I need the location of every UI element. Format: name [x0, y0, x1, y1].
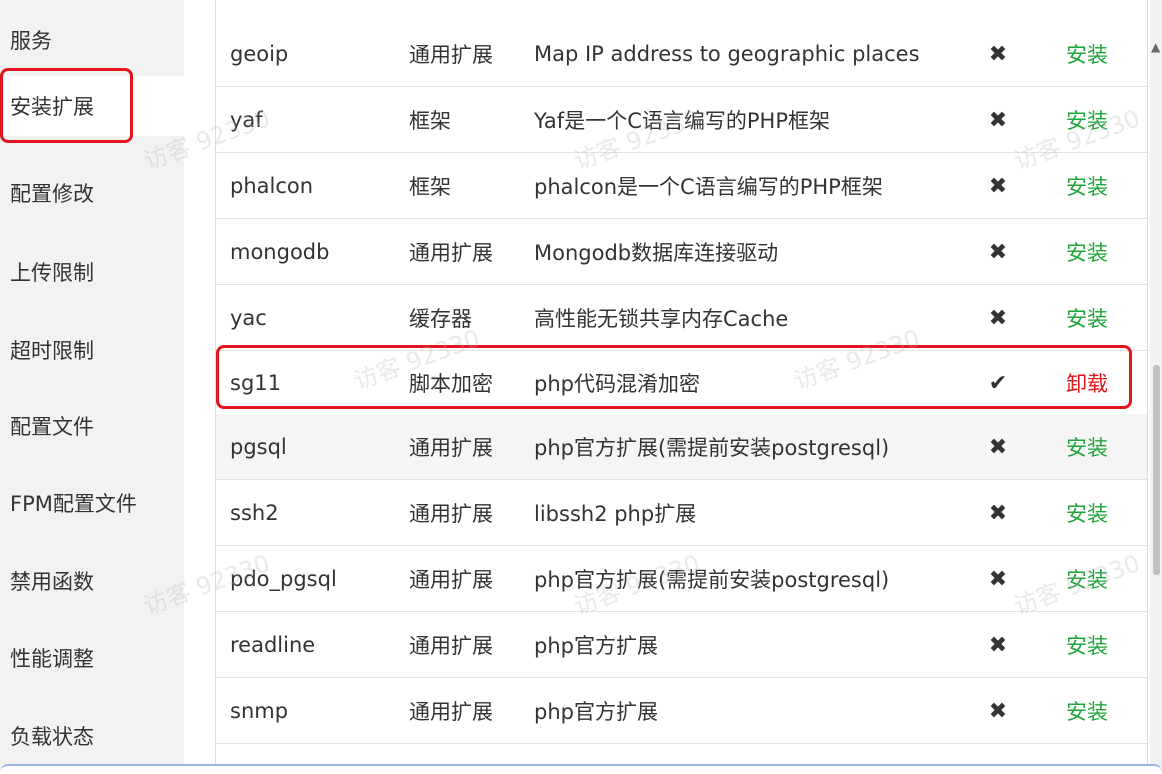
table-border-right [1147, 0, 1148, 774]
sidebar-item-timeout-limit[interactable]: 超时限制 [0, 320, 184, 380]
sidebar-item-label: 服务 [10, 29, 52, 53]
extension-name: geoip [230, 42, 289, 66]
table-row: mongodb 通用扩展 Mongodb数据库连接驱动 ✖ 安装 [216, 219, 1147, 285]
table-row: yaf 框架 Yaf是一个C语言编写的PHP框架 ✖ 安装 [216, 87, 1147, 153]
extension-name: phalcon [230, 174, 314, 198]
extension-name: mongodb [230, 240, 330, 264]
sidebar-item-upload-limit[interactable]: 上传限制 [0, 242, 184, 302]
install-link[interactable]: 安装 [1066, 480, 1108, 546]
table-row: sg11 脚本加密 php代码混淆加密 ✔ 卸载 [216, 350, 1147, 416]
sidebar-item-fpm-config-file[interactable]: FPM配置文件 [0, 473, 184, 533]
sidebar-item-label: FPM配置文件 [10, 492, 137, 516]
extension-name: snmp [230, 699, 289, 723]
extension-desc: Mongodb数据库连接驱动 [534, 241, 779, 265]
sidebar-item-label: 配置修改 [10, 182, 94, 206]
sidebar-item-label: 超时限制 [10, 339, 94, 363]
extension-type: 框架 [409, 175, 451, 199]
install-link[interactable]: 安装 [1066, 546, 1108, 612]
extension-desc: php官方扩展(需提前安装postgresql) [534, 436, 890, 460]
install-link[interactable]: 安装 [1066, 678, 1108, 744]
sidebar-item-label: 安装扩展 [10, 95, 94, 119]
install-link[interactable]: 安装 [1066, 87, 1108, 153]
sidebar-item-load-status[interactable]: 负载状态 [0, 706, 184, 766]
extension-type: 通用扩展 [409, 700, 493, 724]
extension-desc: Map IP address to geographic places [534, 42, 920, 66]
install-link[interactable]: 安装 [1066, 21, 1108, 87]
sidebar-item-service[interactable]: 服务 [0, 10, 184, 70]
table-row: geoip 通用扩展 Map IP address to geographic … [216, 21, 1147, 87]
extension-name: sg11 [230, 371, 281, 395]
extension-type: 通用扩展 [409, 436, 493, 460]
extension-desc: 高性能无锁共享内存Cache [534, 307, 789, 331]
extension-name: readline [230, 633, 316, 657]
extension-name: ssh2 [230, 501, 279, 525]
extension-desc: Yaf是一个C语言编写的PHP框架 [534, 109, 830, 133]
extension-name: pgsql [230, 435, 287, 459]
sidebar-item-disabled-functions[interactable]: 禁用函数 [0, 551, 184, 611]
not-installed-icon: ✖ [988, 434, 1008, 460]
not-installed-icon: ✖ [988, 632, 1008, 658]
extension-desc: php官方扩展(需提前安装postgresql) [534, 568, 890, 592]
install-link[interactable]: 安装 [1066, 612, 1108, 678]
install-link[interactable]: 安装 [1066, 153, 1108, 219]
extension-type: 通用扩展 [409, 634, 493, 658]
install-link[interactable]: 安装 [1066, 414, 1108, 480]
install-link[interactable]: 安装 [1066, 285, 1108, 351]
not-installed-icon: ✖ [988, 41, 1008, 67]
not-installed-icon: ✖ [988, 500, 1008, 526]
table-row: pdo_pgsql 通用扩展 php官方扩展(需提前安装postgresql) … [216, 546, 1147, 612]
sidebar-item-install-extension[interactable]: 安装扩展 [0, 76, 184, 136]
extension-type: 通用扩展 [409, 241, 493, 265]
not-installed-icon: ✖ [988, 173, 1008, 199]
sidebar-item-label: 禁用函数 [10, 570, 94, 594]
table-row: readline 通用扩展 php官方扩展 ✖ 安装 [216, 612, 1147, 678]
sidebar-item-config-modify[interactable]: 配置修改 [0, 163, 184, 223]
bottom-panel-edge [0, 764, 1162, 774]
sidebar: 服务 安装扩展 配置修改 上传限制 超时限制 配置文件 FPM配置文件 禁用函数… [0, 0, 184, 774]
not-installed-icon: ✖ [988, 566, 1008, 592]
installed-check-icon: ✔ [988, 370, 1008, 396]
sidebar-item-label: 配置文件 [10, 415, 94, 439]
extension-type: 通用扩展 [409, 568, 493, 592]
sidebar-item-label: 负载状态 [10, 725, 94, 749]
not-installed-icon: ✖ [988, 698, 1008, 724]
scroll-up-arrow-icon[interactable]: ▲ [1151, 40, 1160, 54]
extension-type: 通用扩展 [409, 43, 493, 67]
not-installed-icon: ✖ [988, 107, 1008, 133]
sidebar-item-label: 性能调整 [10, 647, 94, 671]
extension-desc: php官方扩展 [534, 634, 658, 658]
extension-desc: phalcon是一个C语言编写的PHP框架 [534, 175, 883, 199]
extension-type: 缓存器 [409, 307, 472, 331]
table-row: ssh2 通用扩展 libssh2 php扩展 ✖ 安装 [216, 480, 1147, 546]
table-row: phalcon 框架 phalcon是一个C语言编写的PHP框架 ✖ 安装 [216, 153, 1147, 219]
uninstall-link[interactable]: 卸载 [1066, 350, 1108, 416]
not-installed-icon: ✖ [988, 305, 1008, 331]
extension-name: yaf [230, 108, 263, 132]
scrollbar-thumb[interactable] [1153, 365, 1160, 575]
extension-name: yac [230, 306, 267, 330]
table-row: snmp 通用扩展 php官方扩展 ✖ 安装 [216, 678, 1147, 744]
sidebar-item-performance-tuning[interactable]: 性能调整 [0, 628, 184, 688]
extension-type: 脚本加密 [409, 372, 493, 396]
extension-name: pdo_pgsql [230, 567, 337, 591]
extension-type: 框架 [409, 109, 451, 133]
extension-desc: php官方扩展 [534, 700, 658, 724]
table-row: pgsql 通用扩展 php官方扩展(需提前安装postgresql) ✖ 安装 [216, 414, 1147, 480]
extension-desc: libssh2 php扩展 [534, 502, 697, 526]
extension-desc: php代码混淆加密 [534, 372, 700, 396]
extension-type: 通用扩展 [409, 502, 493, 526]
not-installed-icon: ✖ [988, 239, 1008, 265]
table-row: yac 缓存器 高性能无锁共享内存Cache ✖ 安装 [216, 285, 1147, 351]
install-link[interactable]: 安装 [1066, 219, 1108, 285]
sidebar-item-label: 上传限制 [10, 261, 94, 285]
sidebar-item-config-file[interactable]: 配置文件 [0, 396, 184, 456]
